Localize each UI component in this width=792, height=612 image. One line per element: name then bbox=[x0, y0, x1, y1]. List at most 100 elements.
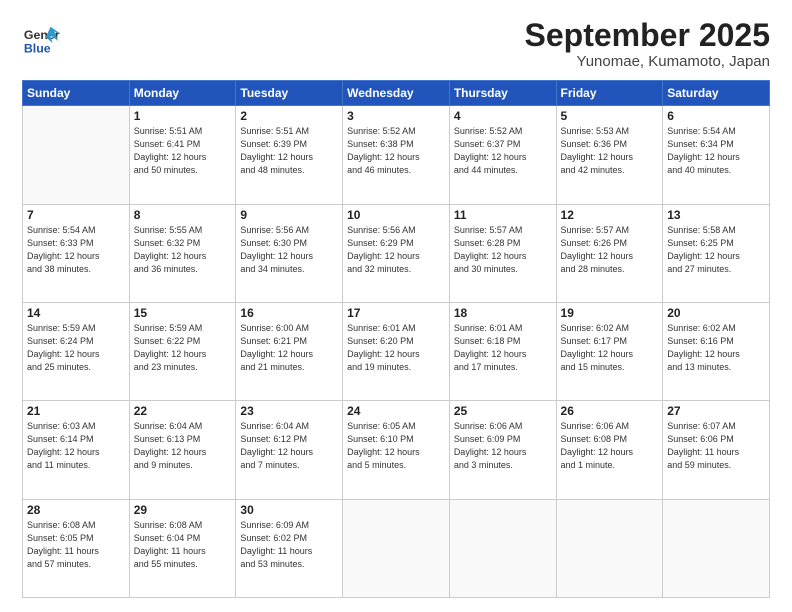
calendar-cell: 4 Sunrise: 5:52 AM Sunset: 6:37 PM Daylig… bbox=[449, 106, 556, 204]
day-info: Sunrise: 6:01 AM Sunset: 6:18 PM Dayligh… bbox=[454, 322, 552, 374]
weekday-header: Saturday bbox=[663, 81, 770, 106]
calendar-cell: 22Sunrise: 6:04 AM Sunset: 6:13 PM Dayli… bbox=[129, 401, 236, 499]
day-number: 7 bbox=[27, 208, 125, 222]
weekday-header: Friday bbox=[556, 81, 663, 106]
calendar-cell: 27 Sunrise: 6:07 AM Sunset: 6:06 PM Dayli… bbox=[663, 401, 770, 499]
day-info: Sunrise: 6:02 AM Sunset: 6:16 PM Dayligh… bbox=[667, 322, 765, 374]
calendar-cell: 16Sunrise: 6:00 AM Sunset: 6:21 PM Dayli… bbox=[236, 302, 343, 400]
calendar-cell: 8 Sunrise: 5:55 AM Sunset: 6:32 PM Daylig… bbox=[129, 204, 236, 302]
calendar-cell bbox=[556, 499, 663, 597]
calendar-cell bbox=[663, 499, 770, 597]
header-row: SundayMondayTuesdayWednesdayThursdayFrid… bbox=[23, 81, 770, 106]
calendar-cell: 5 Sunrise: 5:53 AM Sunset: 6:36 PM Daylig… bbox=[556, 106, 663, 204]
day-number: 13 bbox=[667, 208, 765, 222]
page-subtitle: Yunomae, Kumamoto, Japan bbox=[525, 53, 770, 70]
calendar-cell bbox=[343, 499, 450, 597]
day-number: 9 bbox=[240, 208, 338, 222]
day-number: 24 bbox=[347, 404, 445, 418]
day-number: 22 bbox=[134, 404, 232, 418]
calendar-cell: 10 Sunrise: 5:56 AM Sunset: 6:29 PM Dayli… bbox=[343, 204, 450, 302]
day-info: Sunrise: 5:56 AM Sunset: 6:30 PM Dayligh… bbox=[240, 224, 338, 276]
svg-text:Blue: Blue bbox=[24, 41, 51, 55]
day-info: Sunrise: 6:06 AM Sunset: 6:09 PM Dayligh… bbox=[454, 420, 552, 472]
weekday-header: Monday bbox=[129, 81, 236, 106]
day-number: 8 bbox=[134, 208, 232, 222]
calendar-cell bbox=[449, 499, 556, 597]
day-info: Sunrise: 6:05 AM Sunset: 6:10 PM Dayligh… bbox=[347, 420, 445, 472]
day-info: Sunrise: 5:53 AM Sunset: 6:36 PM Dayligh… bbox=[561, 125, 659, 177]
calendar-cell: 7 Sunrise: 5:54 AM Sunset: 6:33 PM Daylig… bbox=[23, 204, 130, 302]
day-info: Sunrise: 6:01 AM Sunset: 6:20 PM Dayligh… bbox=[347, 322, 445, 374]
day-info: Sunrise: 5:59 AM Sunset: 6:22 PM Dayligh… bbox=[134, 322, 232, 374]
day-number: 18 bbox=[454, 306, 552, 320]
day-info: Sunrise: 6:06 AM Sunset: 6:08 PM Dayligh… bbox=[561, 420, 659, 472]
day-number: 5 bbox=[561, 109, 659, 123]
day-number: 23 bbox=[240, 404, 338, 418]
logo: General Blue bbox=[22, 22, 64, 60]
calendar-cell: 30 Sunrise: 6:09 AM Sunset: 6:02 PM Dayli… bbox=[236, 499, 343, 597]
day-number: 1 bbox=[134, 109, 232, 123]
calendar-cell: 20 Sunrise: 6:02 AM Sunset: 6:16 PM Dayli… bbox=[663, 302, 770, 400]
calendar-cell: 23Sunrise: 6:04 AM Sunset: 6:12 PM Dayli… bbox=[236, 401, 343, 499]
weekday-header: Sunday bbox=[23, 81, 130, 106]
day-number: 12 bbox=[561, 208, 659, 222]
weekday-header: Thursday bbox=[449, 81, 556, 106]
calendar-cell: 2Sunrise: 5:51 AM Sunset: 6:39 PM Daylig… bbox=[236, 106, 343, 204]
week-row: 28Sunrise: 6:08 AM Sunset: 6:05 PM Dayli… bbox=[23, 499, 770, 597]
day-number: 30 bbox=[240, 503, 338, 517]
day-info: Sunrise: 6:03 AM Sunset: 6:14 PM Dayligh… bbox=[27, 420, 125, 472]
day-number: 25 bbox=[454, 404, 552, 418]
day-info: Sunrise: 5:57 AM Sunset: 6:26 PM Dayligh… bbox=[561, 224, 659, 276]
calendar-cell: 14Sunrise: 5:59 AM Sunset: 6:24 PM Dayli… bbox=[23, 302, 130, 400]
calendar-cell: 28Sunrise: 6:08 AM Sunset: 6:05 PM Dayli… bbox=[23, 499, 130, 597]
day-number: 19 bbox=[561, 306, 659, 320]
calendar-cell: 11 Sunrise: 5:57 AM Sunset: 6:28 PM Dayli… bbox=[449, 204, 556, 302]
day-number: 27 bbox=[667, 404, 765, 418]
calendar-cell: 19 Sunrise: 6:02 AM Sunset: 6:17 PM Dayli… bbox=[556, 302, 663, 400]
day-info: Sunrise: 5:52 AM Sunset: 6:37 PM Dayligh… bbox=[454, 125, 552, 177]
day-info: Sunrise: 5:58 AM Sunset: 6:25 PM Dayligh… bbox=[667, 224, 765, 276]
calendar-cell: 15 Sunrise: 5:59 AM Sunset: 6:22 PM Dayli… bbox=[129, 302, 236, 400]
day-info: Sunrise: 6:02 AM Sunset: 6:17 PM Dayligh… bbox=[561, 322, 659, 374]
day-info: Sunrise: 5:55 AM Sunset: 6:32 PM Dayligh… bbox=[134, 224, 232, 276]
day-info: Sunrise: 6:08 AM Sunset: 6:05 PM Dayligh… bbox=[27, 519, 125, 571]
day-info: Sunrise: 5:57 AM Sunset: 6:28 PM Dayligh… bbox=[454, 224, 552, 276]
weekday-header: Tuesday bbox=[236, 81, 343, 106]
day-number: 6 bbox=[667, 109, 765, 123]
day-number: 10 bbox=[347, 208, 445, 222]
calendar-table: SundayMondayTuesdayWednesdayThursdayFrid… bbox=[22, 80, 770, 598]
day-number: 21 bbox=[27, 404, 125, 418]
week-row: 21 Sunrise: 6:03 AM Sunset: 6:14 PM Dayli… bbox=[23, 401, 770, 499]
day-info: Sunrise: 5:54 AM Sunset: 6:34 PM Dayligh… bbox=[667, 125, 765, 177]
day-info: Sunrise: 5:51 AM Sunset: 6:39 PM Dayligh… bbox=[240, 125, 338, 177]
day-number: 15 bbox=[134, 306, 232, 320]
calendar-cell: 29Sunrise: 6:08 AM Sunset: 6:04 PM Dayli… bbox=[129, 499, 236, 597]
day-info: Sunrise: 5:51 AM Sunset: 6:41 PM Dayligh… bbox=[134, 125, 232, 177]
calendar-cell: 25 Sunrise: 6:06 AM Sunset: 6:09 PM Dayli… bbox=[449, 401, 556, 499]
page: General Blue September 2025 Yunomae, Kum… bbox=[0, 0, 792, 612]
calendar-cell: 21 Sunrise: 6:03 AM Sunset: 6:14 PM Dayli… bbox=[23, 401, 130, 499]
calendar-cell: 9 Sunrise: 5:56 AM Sunset: 6:30 PM Daylig… bbox=[236, 204, 343, 302]
week-row: 1 Sunrise: 5:51 AM Sunset: 6:41 PM Daylig… bbox=[23, 106, 770, 204]
calendar-cell: 3 Sunrise: 5:52 AM Sunset: 6:38 PM Daylig… bbox=[343, 106, 450, 204]
day-number: 26 bbox=[561, 404, 659, 418]
title-block: September 2025 Yunomae, Kumamoto, Japan bbox=[525, 18, 770, 70]
day-info: Sunrise: 6:09 AM Sunset: 6:02 PM Dayligh… bbox=[240, 519, 338, 571]
weekday-header: Wednesday bbox=[343, 81, 450, 106]
day-info: Sunrise: 5:52 AM Sunset: 6:38 PM Dayligh… bbox=[347, 125, 445, 177]
day-info: Sunrise: 6:07 AM Sunset: 6:06 PM Dayligh… bbox=[667, 420, 765, 472]
day-number: 3 bbox=[347, 109, 445, 123]
calendar-cell: 6 Sunrise: 5:54 AM Sunset: 6:34 PM Daylig… bbox=[663, 106, 770, 204]
day-info: Sunrise: 5:59 AM Sunset: 6:24 PM Dayligh… bbox=[27, 322, 125, 374]
day-number: 11 bbox=[454, 208, 552, 222]
day-info: Sunrise: 5:56 AM Sunset: 6:29 PM Dayligh… bbox=[347, 224, 445, 276]
day-number: 20 bbox=[667, 306, 765, 320]
day-number: 29 bbox=[134, 503, 232, 517]
page-title: September 2025 bbox=[525, 18, 770, 53]
day-number: 4 bbox=[454, 109, 552, 123]
header: General Blue September 2025 Yunomae, Kum… bbox=[22, 18, 770, 70]
week-row: 7 Sunrise: 5:54 AM Sunset: 6:33 PM Daylig… bbox=[23, 204, 770, 302]
day-info: Sunrise: 5:54 AM Sunset: 6:33 PM Dayligh… bbox=[27, 224, 125, 276]
calendar-cell: 24 Sunrise: 6:05 AM Sunset: 6:10 PM Dayli… bbox=[343, 401, 450, 499]
calendar-cell: 12 Sunrise: 5:57 AM Sunset: 6:26 PM Dayli… bbox=[556, 204, 663, 302]
